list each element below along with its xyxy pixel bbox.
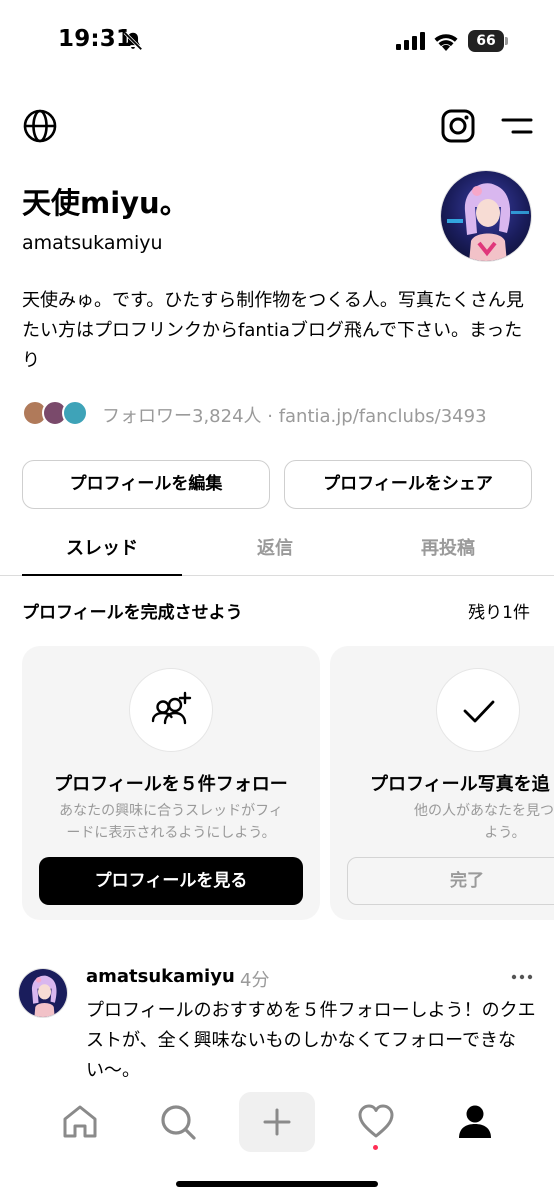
complete-profile-title: プロフィールを完成させよう: [22, 603, 243, 623]
card-title: プロフィールを５件フォロー: [54, 774, 288, 795]
bell-off-icon: [123, 31, 143, 51]
activity-notification-dot: [373, 1145, 378, 1150]
post-text: プロフィールのおすすめを５件フォローしよう！のクエストが、全く興味ないものしかな…: [86, 1000, 536, 1081]
menu-icon[interactable]: [500, 112, 534, 140]
post-username[interactable]: amatsukamiyu: [86, 966, 235, 987]
tab-replies[interactable]: 返信: [195, 528, 355, 576]
tab-reposts[interactable]: 再投稿: [368, 528, 528, 576]
profile-icon[interactable]: [455, 1102, 495, 1142]
share-profile-button[interactable]: プロフィールをシェア: [284, 460, 532, 509]
follower-avatar: [62, 400, 88, 426]
more-options-icon[interactable]: [508, 966, 536, 988]
home-indicator: [176, 1181, 378, 1187]
heart-icon[interactable]: [356, 1102, 396, 1142]
profile-tabs: スレッド 返信 再投稿: [0, 528, 554, 576]
home-icon[interactable]: [60, 1102, 100, 1142]
avatar-image: [19, 969, 67, 1017]
done-button[interactable]: 完了: [347, 857, 554, 905]
followers-link-text[interactable]: フォロワー3,824人 · fantia.jp/fanclubs/3493: [102, 402, 487, 428]
followers-row[interactable]: フォロワー3,824人 · fantia.jp/fanclubs/3493: [22, 398, 542, 430]
card-title: プロフィール写真を追: [370, 774, 550, 795]
add-people-icon: [151, 691, 192, 725]
remaining-count: 残り1件: [468, 603, 530, 623]
username: amatsukamiyu: [22, 232, 163, 254]
card-description: 他の人があなたを見つけやす よう。: [360, 800, 554, 844]
card-icon-circle: [436, 668, 520, 752]
battery-indicator: 66: [468, 30, 508, 52]
signal-icon: [396, 32, 425, 50]
add-photo-card: プロフィール写真を追 他の人があなたを見つけやす よう。 完了: [330, 646, 554, 920]
tab-threads[interactable]: スレッド: [22, 528, 182, 576]
card-description-line: よう。: [484, 825, 526, 841]
card-description-line: 他の人があなたを見つけやす: [414, 803, 554, 819]
post-avatar[interactable]: [18, 968, 68, 1018]
card-description-line: あなたの興味に合うスレッドがフィ: [59, 803, 283, 819]
edit-profile-button[interactable]: プロフィールを編集: [22, 460, 270, 509]
status-bar: 19:31 66: [0, 0, 554, 84]
globe-icon[interactable]: [22, 108, 58, 144]
follow-profiles-card: プロフィールを５件フォロー あなたの興味に合うスレッドがフィ ードに表示されるよ…: [22, 646, 320, 920]
wifi-icon: [434, 34, 458, 51]
card-description-line: ードに表示されるようにしよう。: [66, 825, 276, 841]
profile-bio: 天使みゅ。です。ひたすら制作物をつくる人。写真たくさん見たい方はプロフリンクから…: [22, 290, 524, 371]
new-thread-button[interactable]: [239, 1092, 315, 1152]
avatar-image: [441, 171, 531, 261]
card-description: あなたの興味に合うスレッドがフィ ードに表示されるようにしよう。: [38, 800, 304, 844]
follower-avatars: [22, 400, 92, 428]
battery-nub: [505, 37, 508, 45]
top-nav: [0, 100, 554, 150]
check-icon: [463, 700, 495, 723]
post-timestamp: 4分: [240, 970, 270, 991]
battery-level: 66: [468, 30, 504, 52]
thread-post: amatsukamiyu 4分 プロフィールのおすすめを５件フォローしよう！のク…: [0, 960, 554, 1090]
instagram-icon[interactable]: [440, 108, 476, 144]
search-icon[interactable]: [158, 1102, 198, 1142]
display-name: 天使miyu。: [22, 186, 189, 220]
view-profiles-button[interactable]: プロフィールを見る: [39, 857, 303, 905]
card-icon-circle: [129, 668, 213, 752]
avatar[interactable]: [440, 170, 532, 262]
plus-icon: [263, 1108, 291, 1136]
